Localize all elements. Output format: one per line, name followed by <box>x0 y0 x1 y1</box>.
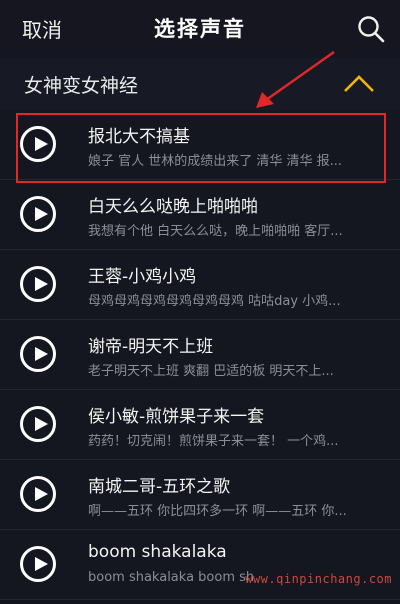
sound-name: boom shakalaka <box>88 542 227 562</box>
sound-item[interactable]: 报北大不搞基 娘子 官人 世林的成绩出来了 清华 清华 报... <box>0 110 400 180</box>
watermark: www.qinpinchang.com <box>245 572 392 586</box>
sound-item[interactable]: 侯小敏-煎饼果子来一套 药药！切克闹！煎饼果子来一套！ 一个鸡... <box>0 390 400 460</box>
sound-preview: 老子明天不上班 爽翻 巴适的板 明天不上... <box>88 364 334 379</box>
play-icon[interactable] <box>20 196 56 232</box>
sound-name: 南城二哥-五环之歌 <box>88 477 231 497</box>
sound-item[interactable]: boom shakalaka boom shakalaka boom sh <box>0 530 400 600</box>
play-icon[interactable] <box>20 406 56 442</box>
play-icon[interactable] <box>20 126 56 162</box>
top-bar: 取消 选择声音 <box>0 0 400 58</box>
search-icon[interactable] <box>356 14 386 44</box>
sound-name: 报北大不搞基 <box>88 127 190 147</box>
sound-preview: 娘子 官人 世林的成绩出来了 清华 清华 报... <box>88 154 343 169</box>
sound-item[interactable]: 谢帝-明天不上班 老子明天不上班 爽翻 巴适的板 明天不上... <box>0 320 400 390</box>
sound-item[interactable]: 白天么么哒晚上啪啪啪 我想有个他 白天么么哒，晚上啪啪啪 客厅... <box>0 180 400 250</box>
sound-name: 白天么么哒晚上啪啪啪 <box>88 197 258 217</box>
sound-name: 侯小敏-煎饼果子来一套 <box>88 407 265 427</box>
sound-preview: 我想有个他 白天么么哒，晚上啪啪啪 客厅... <box>88 224 343 239</box>
sound-item[interactable]: 王蓉-小鸡小鸡 母鸡母鸡母鸡母鸡母鸡母鸡 咕咕day 小鸡... <box>0 250 400 320</box>
sound-name: 谢帝-明天不上班 <box>88 337 214 357</box>
page-title: 选择声音 <box>154 17 246 41</box>
play-icon[interactable] <box>20 336 56 372</box>
sound-item[interactable]: 南城二哥-五环之歌 啊——五环 你比四环多一环 啊——五环 你... <box>0 460 400 530</box>
category-label: 女神变女神经 <box>24 75 139 97</box>
sound-preview: 啊——五环 你比四环多一环 啊——五环 你... <box>88 504 347 519</box>
play-icon[interactable] <box>20 266 56 302</box>
category-header[interactable]: 女神变女神经 <box>0 58 400 110</box>
sound-preview: 药药！切克闹！煎饼果子来一套！ 一个鸡... <box>88 434 339 449</box>
chevron-up-icon[interactable] <box>342 72 376 96</box>
play-icon[interactable] <box>20 546 56 582</box>
sound-preview: 母鸡母鸡母鸡母鸡母鸡母鸡 咕咕day 小鸡... <box>88 294 341 309</box>
sound-list: 报北大不搞基 娘子 官人 世林的成绩出来了 清华 清华 报... 白天么么哒晚上… <box>0 110 400 600</box>
play-icon[interactable] <box>20 476 56 512</box>
sound-name: 王蓉-小鸡小鸡 <box>88 267 197 287</box>
